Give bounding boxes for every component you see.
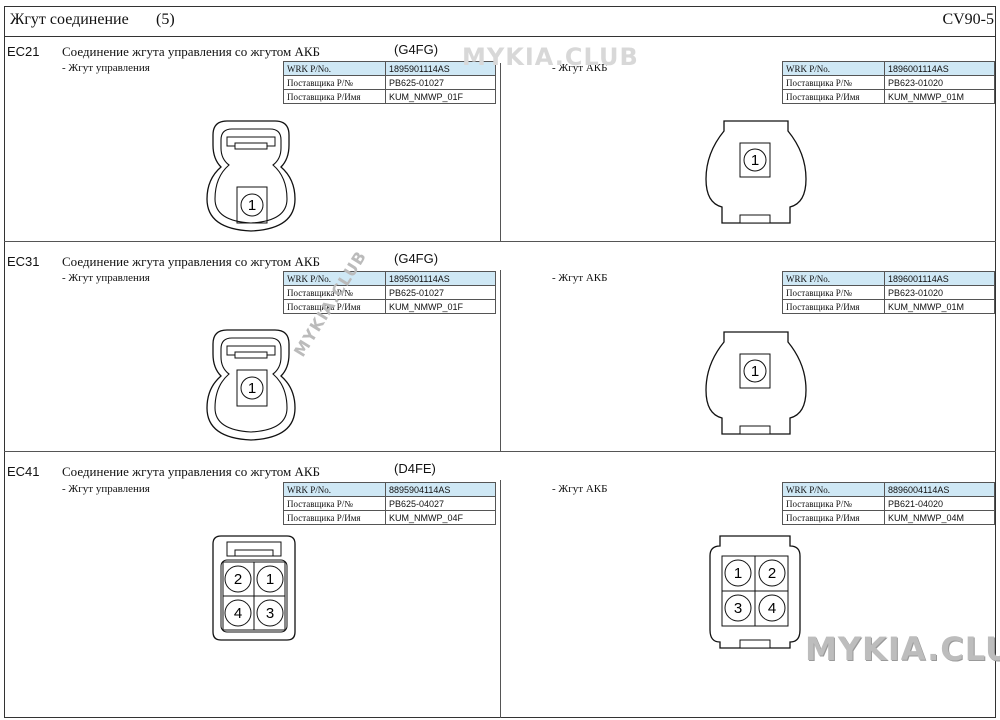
supplier-name-value: KUM_NMWP_01M	[884, 299, 995, 314]
pin-label: 1	[751, 152, 759, 169]
left-harness-label: - Жгут управления	[62, 62, 150, 74]
wrk-label: WRK P/No.	[782, 61, 885, 76]
engine-code: (D4FE)	[394, 461, 436, 476]
supplier-name-value: KUM_NMWP_04F	[385, 510, 496, 525]
wrk-value: 8895904114AS	[385, 482, 496, 497]
section-divider	[500, 63, 501, 242]
connector-male-4pin: 1 2 3 4	[709, 535, 801, 649]
pin-label: 4	[234, 605, 242, 622]
wrk-value: 8896004114AS	[884, 482, 995, 497]
connector-title: Соединение жгута управления со жгутом АК…	[62, 254, 321, 269]
supplier-no-label: Поставщика P/№	[283, 496, 386, 511]
supplier-name-label: Поставщика P/Имя	[782, 510, 885, 525]
pin-label: 1	[734, 565, 742, 582]
page-code: CV90-5	[942, 11, 994, 28]
right-part-table: WRK P/No. 8896004114AS Поставщика P/№ PB62…	[782, 482, 995, 525]
supplier-no-label: Поставщика P/№	[283, 75, 386, 90]
section-divider	[500, 270, 501, 452]
left-harness-label: - Жгут управления	[62, 483, 150, 495]
connector-title: Соединение жгута управления со жгутом АК…	[62, 464, 321, 479]
supplier-name-label: Поставщика P/Имя	[782, 89, 885, 104]
wrk-value: 1895901114AS	[385, 271, 496, 286]
connector-male-1pin: 1	[705, 331, 807, 435]
supplier-name-value: KUM_NMWP_04M	[884, 510, 995, 525]
supplier-no-value: PB625-01027	[385, 285, 496, 300]
supplier-name-label: Поставщика P/Имя	[283, 510, 386, 525]
left-part-table: WRK P/No. 8895904114AS Поставщика P/№ PB62…	[283, 482, 496, 525]
connector-id: EC21	[7, 44, 40, 59]
wrk-label: WRK P/No.	[283, 61, 386, 76]
supplier-no-value: PB621-04020	[884, 496, 995, 511]
supplier-name-label: Поставщика P/Имя	[283, 89, 386, 104]
connector-male-1pin: 1	[705, 120, 807, 224]
pin-label: 3	[734, 600, 742, 617]
wrk-value: 1896001114AS	[884, 271, 995, 286]
pin-label: 1	[751, 363, 759, 380]
wrk-label: WRK P/No.	[283, 482, 386, 497]
pin-label: 1	[266, 571, 274, 588]
connector-female-1pin: 1	[206, 329, 296, 441]
supplier-no-value: PB623-01020	[884, 75, 995, 90]
supplier-no-label: Поставщика P/№	[782, 496, 885, 511]
supplier-name-value: KUM_NMWP_01F	[385, 89, 496, 104]
page-header: Жгут соединение (5) CV90-5	[4, 6, 996, 37]
pin-label: 3	[266, 605, 274, 622]
supplier-no-label: Поставщика P/№	[782, 75, 885, 90]
pin-label: 2	[234, 571, 242, 588]
pin-label: 2	[768, 565, 776, 582]
section-ec41: EC41 Соединение жгута управления со жгут…	[4, 452, 996, 718]
connector-id: EC41	[7, 464, 40, 479]
connector-female-4pin: 2 1 4 3	[212, 535, 296, 641]
wrk-value: 1896001114AS	[884, 61, 995, 76]
left-harness-label: - Жгут управления	[62, 272, 150, 284]
engine-code: (G4FG)	[394, 251, 439, 266]
connector-female-1pin: 1	[206, 120, 296, 232]
right-harness-label: - Жгут АКБ	[552, 272, 608, 284]
page-part-number: (5)	[156, 11, 175, 28]
right-harness-label: - Жгут АКБ	[552, 483, 608, 495]
section-divider	[500, 480, 501, 718]
watermark: MYKIA.CLUB	[805, 630, 1000, 668]
supplier-name-value: KUM_NMWP_01M	[884, 89, 995, 104]
page-title: Жгут соединение	[10, 11, 129, 28]
supplier-name-label: Поставщика P/Имя	[782, 299, 885, 314]
pin-label: 4	[768, 600, 776, 617]
section-ec31: EC31 Соединение жгута управления со жгут…	[4, 242, 996, 452]
connector-id: EC31	[7, 254, 40, 269]
supplier-no-value: PB625-04027	[385, 496, 496, 511]
wrk-label: WRK P/No.	[782, 482, 885, 497]
pin-label: 1	[248, 380, 256, 397]
engine-code: (G4FG)	[394, 42, 439, 57]
wrk-label: WRK P/No.	[782, 271, 885, 286]
watermark: MYKIA.CLUB	[462, 43, 639, 71]
supplier-no-value: PB623-01020	[884, 285, 995, 300]
right-part-table: WRK P/No. 1896001114AS Поставщика P/№ PB62…	[782, 271, 995, 314]
supplier-no-value: PB625-01027	[385, 75, 496, 90]
right-part-table: WRK P/No. 1896001114AS Поставщика P/№ PB62…	[782, 61, 995, 104]
pin-label: 1	[248, 197, 256, 214]
supplier-no-label: Поставщика P/№	[782, 285, 885, 300]
supplier-name-value: KUM_NMWP_01F	[385, 299, 496, 314]
connector-title: Соединение жгута управления со жгутом АК…	[62, 44, 321, 59]
